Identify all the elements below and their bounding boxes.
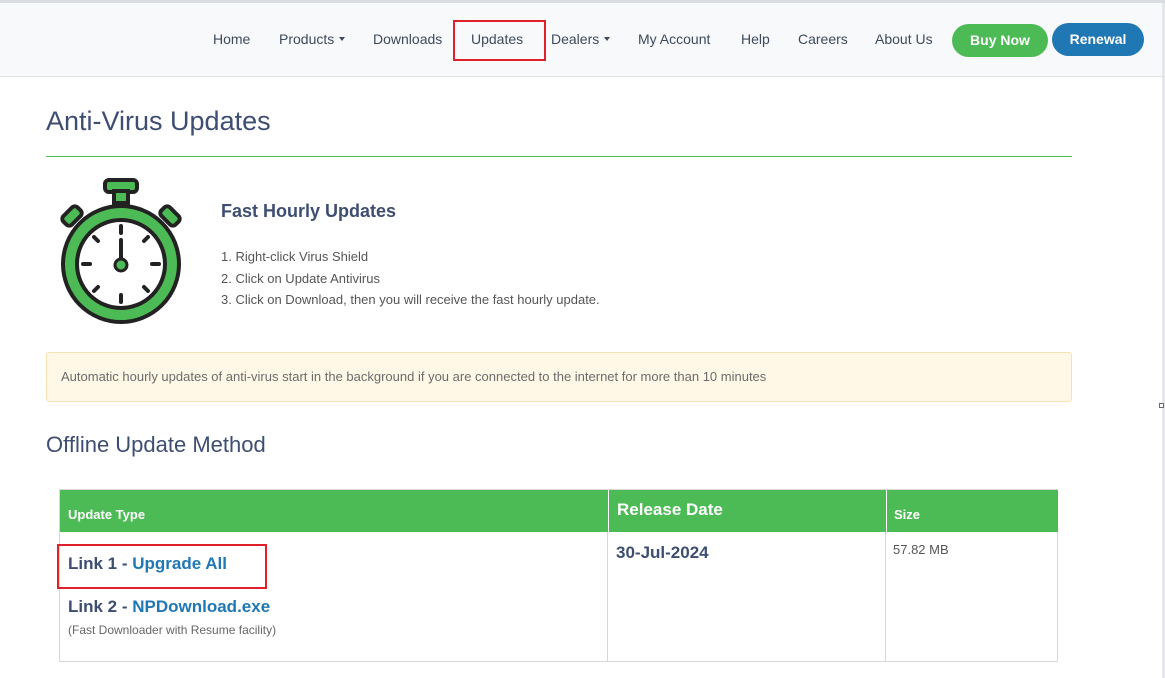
feature-title: Fast Hourly Updates	[221, 201, 397, 221]
header-size: Size	[886, 490, 1058, 532]
header-update-type: Update Type	[60, 490, 608, 532]
nav-downloads[interactable]: Downloads	[373, 31, 442, 47]
offline-section-title: Offline Update Method	[46, 432, 266, 457]
title-divider	[46, 156, 1072, 157]
nav-home[interactable]: Home	[213, 31, 250, 47]
column-divider	[607, 532, 608, 662]
npdownload-link[interactable]: NPDownload.exe	[132, 597, 270, 616]
nav-dealers[interactable]: Dealers	[551, 31, 611, 47]
nav-products-label: Products	[279, 31, 335, 47]
downloader-note: (Fast Downloader with Resume facility)	[68, 623, 277, 637]
nav-products[interactable]: Products	[279, 31, 346, 47]
auto-update-alert: Automatic hourly updates of anti-virus s…	[46, 352, 1072, 402]
nav-careers[interactable]: Careers	[798, 31, 848, 47]
nav-dealers-label: Dealers	[551, 31, 600, 47]
link-2-row: Link 2 - NPDownload.exe	[68, 597, 270, 617]
step-item: 3. Click on Download, then you will rece…	[221, 292, 600, 307]
renewal-button[interactable]: Renewal	[1052, 23, 1144, 56]
update-steps-list: 1. Right-click Virus Shield 2. Click on …	[221, 246, 600, 311]
caret-down-icon	[339, 37, 346, 42]
nav-help[interactable]: Help	[741, 31, 770, 47]
step-item: 1. Right-click Virus Shield	[221, 249, 369, 264]
nav-about-us[interactable]: About Us	[875, 31, 933, 47]
scroll-handle[interactable]	[1159, 403, 1164, 408]
page-title: Anti-Virus Updates	[46, 106, 271, 136]
release-date-value: 30-Jul-2024	[616, 543, 709, 562]
step-item: 2. Click on Update Antivirus	[221, 270, 380, 286]
size-value: 57.82 MB	[893, 542, 949, 557]
nav-my-account[interactable]: My Account	[638, 31, 710, 47]
link-2-prefix: Link 2 -	[68, 597, 133, 616]
caret-down-icon	[604, 37, 611, 42]
buy-now-button[interactable]: Buy Now	[952, 24, 1048, 57]
header-release-date: Release Date	[608, 490, 886, 532]
link-1-highlight-box	[57, 544, 267, 589]
updates-highlight-box	[453, 20, 546, 61]
stopwatch-icon	[60, 178, 182, 324]
navbar: Home Products Downloads Updates Dealers …	[0, 3, 1162, 77]
column-divider	[885, 532, 886, 662]
